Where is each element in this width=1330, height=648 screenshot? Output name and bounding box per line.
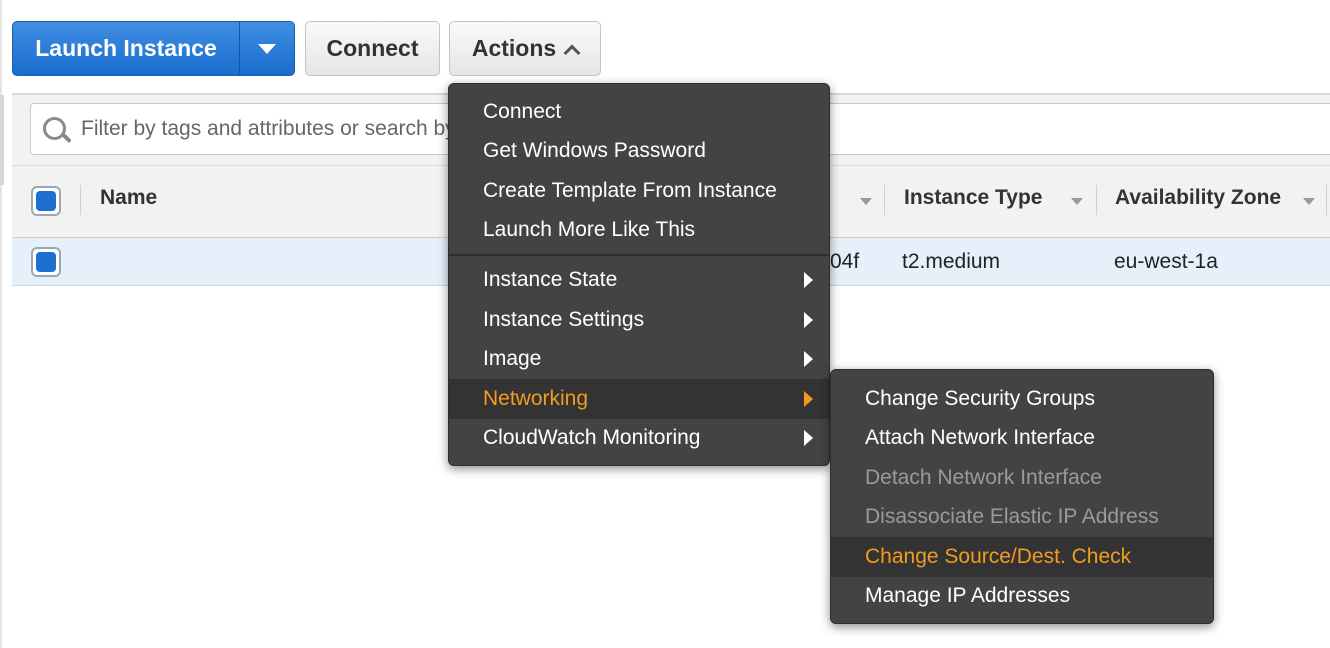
menu-item-label: Instance Settings [483,308,645,331]
actions-button-label: Actions [471,35,557,61]
menu-separator [449,254,829,256]
launch-instance-button[interactable]: Launch Instance [13,22,239,75]
submenu-item-change-source-dest-check[interactable]: Change Source/Dest. Check [831,537,1213,577]
menu-item-instance-settings[interactable]: Instance Settings [449,300,829,340]
menu-item-image[interactable]: Image [449,339,829,379]
menu-item-label: Instance State [483,268,618,291]
caret-down-icon [258,43,276,54]
column-divider [1326,185,1327,215]
sort-caret-icon[interactable] [1303,198,1315,205]
menu-item-networking[interactable]: Networking [449,379,829,419]
menu-item-cloudwatch-monitoring[interactable]: CloudWatch Monitoring [449,418,829,458]
column-divider [80,185,81,215]
menu-item-get-windows-password[interactable]: Get Windows Password [449,131,829,171]
menu-item-label: Networking [483,387,589,410]
menu-item-label: CloudWatch Monitoring [483,426,701,449]
submenu-arrow-icon [804,391,813,407]
submenu-arrow-icon [804,312,813,328]
sort-caret-icon[interactable] [860,198,872,205]
submenu-arrow-icon [804,272,813,288]
submenu-item-manage-ip-addresses[interactable]: Manage IP Addresses [831,576,1213,616]
networking-submenu: Change Security Groups Attach Network In… [830,369,1214,624]
submenu-item-change-security-groups[interactable]: Change Security Groups [831,379,1213,419]
menu-item-launch-more-like-this[interactable]: Launch More Like This [449,210,829,250]
submenu-arrow-icon [804,351,813,367]
menu-item-create-template[interactable]: Create Template From Instance [449,171,829,211]
connect-button[interactable]: Connect [305,21,440,76]
instance-type-cell: t2.medium [902,250,1001,273]
column-header-availability-zone[interactable]: Availability Zone [1115,186,1281,210]
select-all-checkbox[interactable] [31,186,61,216]
submenu-arrow-icon [804,430,813,446]
actions-button[interactable]: Actions [449,21,601,76]
column-divider [884,185,885,215]
submenu-item-detach-network-interface: Detach Network Interface [865,466,1102,489]
submenu-item-disassociate-elastic-ip: Disassociate Elastic IP Address [865,505,1159,528]
column-header-name[interactable]: Name [100,186,157,210]
launch-options-dropdown[interactable] [240,22,294,75]
launch-instance-split-button: Launch Instance [12,21,295,76]
submenu-item-attach-network-interface[interactable]: Attach Network Interface [831,418,1213,458]
column-header-instance-type[interactable]: Instance Type [904,186,1043,210]
instance-id-cell: 04f [830,250,860,273]
row-checkbox[interactable] [31,247,61,277]
chevron-up-icon [563,44,581,61]
availability-zone-cell: eu-west-1a [1114,250,1218,273]
search-icon [37,109,77,149]
menu-item-label: Image [483,347,542,370]
column-divider [1096,185,1097,215]
menu-item-instance-state[interactable]: Instance State [449,260,829,300]
actions-menu: Connect Get Windows Password Create Temp… [448,83,830,466]
left-border-accent [0,95,4,185]
sort-caret-icon[interactable] [1071,198,1083,205]
menu-item-connect[interactable]: Connect [449,92,829,132]
